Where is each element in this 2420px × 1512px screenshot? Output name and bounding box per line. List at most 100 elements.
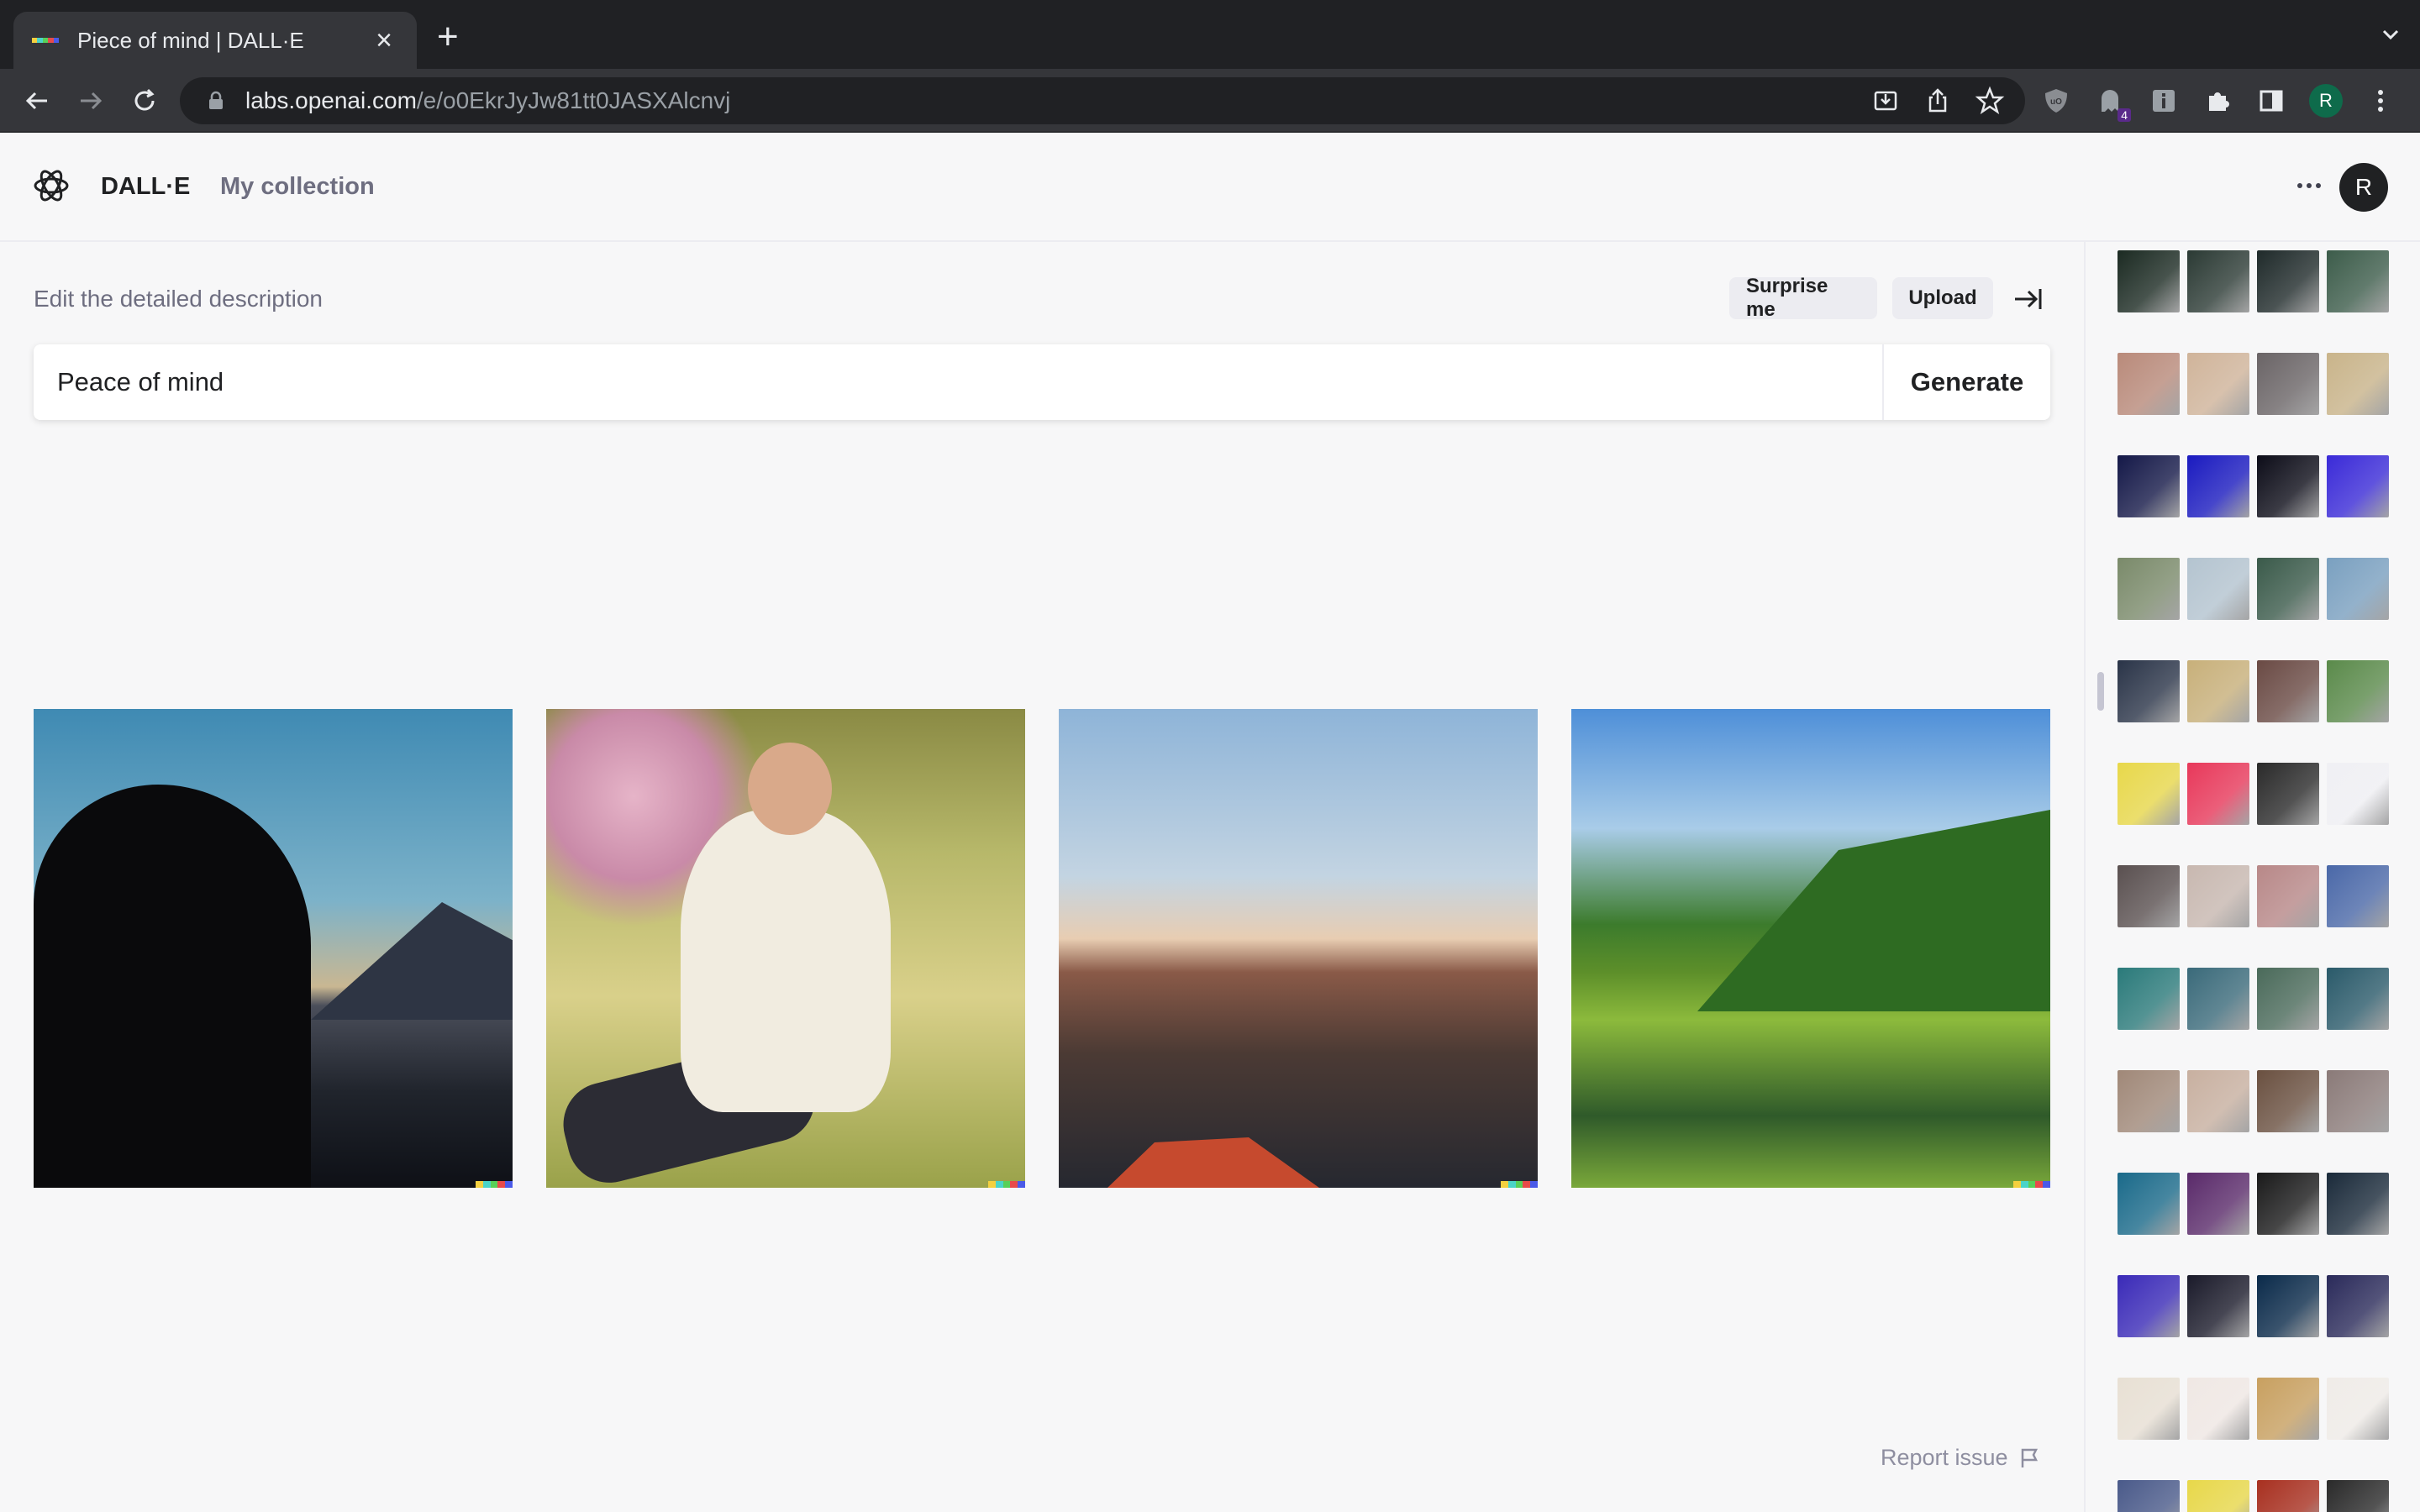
history-thumbnail[interactable] bbox=[2187, 968, 2249, 1030]
history-row[interactable] bbox=[2118, 968, 2389, 1030]
browser-menu-icon[interactable] bbox=[2365, 85, 2396, 117]
report-issue-link[interactable]: Report issue bbox=[1881, 1445, 2040, 1471]
history-row[interactable] bbox=[2118, 250, 2389, 312]
history-thumbnail[interactable] bbox=[2257, 455, 2319, 517]
bookmark-star-icon[interactable] bbox=[1975, 86, 2005, 116]
ublock-extension-icon[interactable]: uO bbox=[2040, 85, 2072, 117]
history-thumbnail[interactable] bbox=[2257, 660, 2319, 722]
user-avatar[interactable]: R bbox=[2339, 163, 2388, 212]
history-row[interactable] bbox=[2118, 1480, 2389, 1512]
history-thumbnail[interactable] bbox=[2327, 353, 2389, 415]
surprise-me-button[interactable]: Surprise me bbox=[1729, 275, 1877, 321]
reload-button[interactable] bbox=[128, 84, 161, 118]
side-panel-icon[interactable] bbox=[2255, 85, 2287, 117]
history-thumbnail[interactable] bbox=[2187, 763, 2249, 825]
history-thumbnail[interactable] bbox=[2187, 1480, 2249, 1512]
history-thumbnail[interactable] bbox=[2327, 660, 2389, 722]
history-thumbnail[interactable] bbox=[2327, 968, 2389, 1030]
brand-title[interactable]: DALL·E bbox=[101, 173, 190, 201]
result-image-mountain-valley[interactable] bbox=[1059, 709, 1538, 1188]
history-row[interactable] bbox=[2118, 455, 2389, 517]
history-thumbnail[interactable] bbox=[2327, 763, 2389, 825]
history-thumbnail[interactable] bbox=[2257, 763, 2319, 825]
history-thumbnail[interactable] bbox=[2118, 1275, 2180, 1337]
tab-close-icon[interactable]: × bbox=[370, 24, 398, 57]
prompt-bar: Generate bbox=[34, 344, 2050, 420]
history-row[interactable] bbox=[2118, 865, 2389, 927]
generate-button[interactable]: Generate bbox=[1882, 344, 2050, 420]
history-thumbnail[interactable] bbox=[2118, 968, 2180, 1030]
history-thumbnail[interactable] bbox=[2118, 865, 2180, 927]
openai-logo-icon[interactable] bbox=[32, 166, 71, 205]
result-image-yoga-woman[interactable] bbox=[546, 709, 1025, 1188]
extensions-puzzle-icon[interactable] bbox=[2202, 85, 2233, 117]
history-thumbnail[interactable] bbox=[2118, 1070, 2180, 1132]
result-image-silhouette-lake[interactable] bbox=[34, 709, 513, 1188]
history-thumbnail[interactable] bbox=[2257, 558, 2319, 620]
history-thumbnail[interactable] bbox=[2187, 1173, 2249, 1235]
ghost-extension-icon[interactable]: 4 bbox=[2094, 85, 2131, 122]
install-app-icon[interactable] bbox=[1870, 86, 1901, 116]
history-thumbnail[interactable] bbox=[2118, 1173, 2180, 1235]
history-thumbnail[interactable] bbox=[2257, 1480, 2319, 1512]
history-row[interactable] bbox=[2118, 558, 2389, 620]
history-thumbnail[interactable] bbox=[2257, 1173, 2319, 1235]
history-thumbnail[interactable] bbox=[2327, 455, 2389, 517]
history-thumbnail[interactable] bbox=[2327, 865, 2389, 927]
tab-search-chevron-icon[interactable] bbox=[2381, 25, 2400, 44]
history-thumbnail[interactable] bbox=[2118, 455, 2180, 517]
history-thumbnail[interactable] bbox=[2187, 353, 2249, 415]
history-thumbnail[interactable] bbox=[2118, 353, 2180, 415]
history-row[interactable] bbox=[2118, 1275, 2389, 1337]
history-thumbnail[interactable] bbox=[2327, 1378, 2389, 1440]
nav-my-collection[interactable]: My collection bbox=[220, 173, 375, 201]
result-image-green-lake[interactable] bbox=[1571, 709, 2050, 1188]
history-thumbnail[interactable] bbox=[2257, 1378, 2319, 1440]
share-icon[interactable] bbox=[1923, 86, 1953, 116]
history-thumbnail[interactable] bbox=[2327, 1173, 2389, 1235]
history-thumbnail[interactable] bbox=[2187, 1070, 2249, 1132]
collapse-history-icon[interactable] bbox=[2010, 281, 2047, 318]
history-thumbnail[interactable] bbox=[2187, 250, 2249, 312]
history-row[interactable] bbox=[2118, 1378, 2389, 1440]
history-thumbnail[interactable] bbox=[2257, 865, 2319, 927]
forward-button[interactable] bbox=[74, 84, 108, 118]
history-thumbnail[interactable] bbox=[2118, 660, 2180, 722]
prompt-input[interactable] bbox=[34, 344, 1882, 420]
history-row[interactable] bbox=[2118, 353, 2389, 415]
history-thumbnail[interactable] bbox=[2257, 353, 2319, 415]
history-thumbnail[interactable] bbox=[2257, 250, 2319, 312]
history-thumbnail[interactable] bbox=[2327, 250, 2389, 312]
info-extension-icon[interactable] bbox=[2148, 85, 2180, 117]
back-button[interactable] bbox=[20, 84, 54, 118]
history-thumbnail[interactable] bbox=[2327, 558, 2389, 620]
sidebar-resize-handle[interactable] bbox=[2097, 672, 2104, 711]
history-thumbnail[interactable] bbox=[2257, 968, 2319, 1030]
history-thumbnail[interactable] bbox=[2118, 1480, 2180, 1512]
upload-button[interactable]: Upload bbox=[1892, 277, 1993, 319]
history-thumbnail[interactable] bbox=[2187, 1378, 2249, 1440]
history-thumbnail[interactable] bbox=[2187, 455, 2249, 517]
history-row[interactable] bbox=[2118, 1173, 2389, 1235]
history-thumbnail[interactable] bbox=[2257, 1275, 2319, 1337]
browser-tab[interactable]: Piece of mind | DALL·E × bbox=[13, 12, 417, 69]
history-thumbnail[interactable] bbox=[2327, 1480, 2389, 1512]
history-row[interactable] bbox=[2118, 660, 2389, 722]
history-row[interactable] bbox=[2118, 1070, 2389, 1132]
more-options-button[interactable] bbox=[2292, 173, 2326, 198]
history-thumbnail[interactable] bbox=[2118, 250, 2180, 312]
browser-profile-avatar[interactable]: R bbox=[2309, 84, 2343, 118]
history-thumbnail[interactable] bbox=[2187, 1275, 2249, 1337]
history-thumbnail[interactable] bbox=[2327, 1070, 2389, 1132]
history-thumbnail[interactable] bbox=[2118, 558, 2180, 620]
new-tab-button[interactable]: + bbox=[437, 18, 459, 55]
history-thumbnail[interactable] bbox=[2118, 763, 2180, 825]
history-thumbnail[interactable] bbox=[2118, 1378, 2180, 1440]
history-thumbnail[interactable] bbox=[2257, 1070, 2319, 1132]
address-bar[interactable]: labs.openai.com/e/o0EkrJyJw81tt0JASXAlcn… bbox=[180, 77, 2025, 124]
history-thumbnail[interactable] bbox=[2187, 865, 2249, 927]
history-row[interactable] bbox=[2118, 763, 2389, 825]
history-thumbnail[interactable] bbox=[2187, 660, 2249, 722]
history-thumbnail[interactable] bbox=[2187, 558, 2249, 620]
history-thumbnail[interactable] bbox=[2327, 1275, 2389, 1337]
